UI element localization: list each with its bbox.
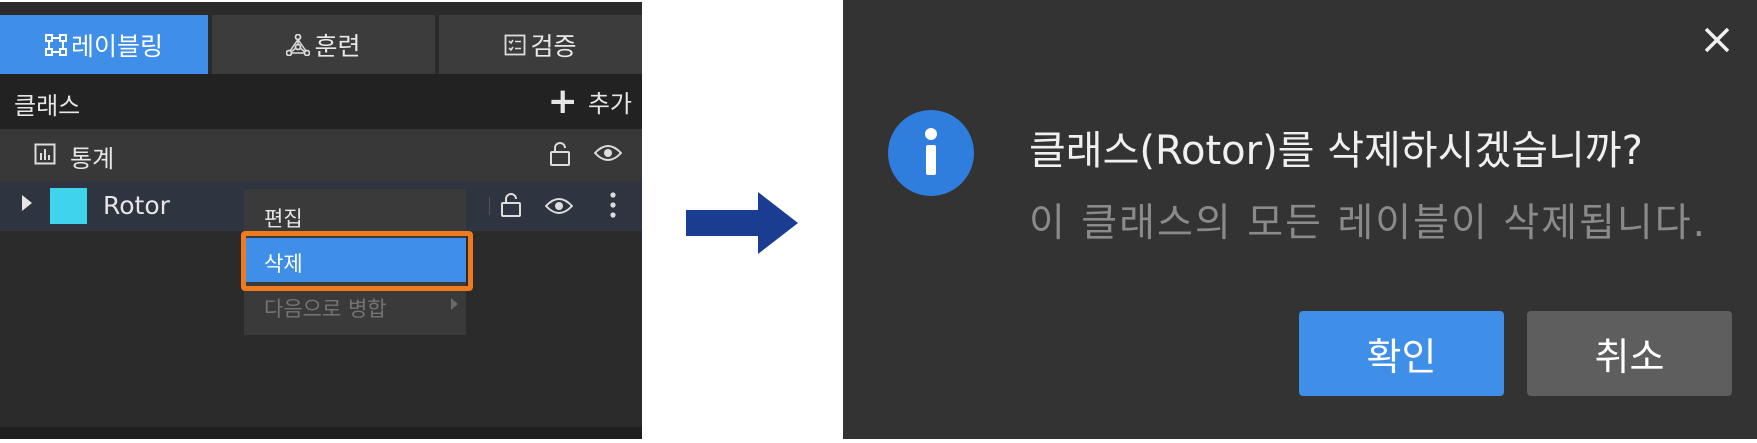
info-icon [888, 110, 974, 200]
more-vertical-icon[interactable] [609, 191, 617, 219]
delete-confirm-dialog: 클래스(Rotor)를 삭제하시겠습니까? 이 클래스의 모든 레이블이 삭제됩… [843, 0, 1757, 439]
plus-icon: + [547, 80, 578, 122]
unlock-icon[interactable] [500, 192, 522, 218]
tab-labeling-label: 레이블링 [70, 31, 163, 61]
divider [489, 197, 490, 215]
menu-item-delete-label: 삭제 [264, 252, 303, 276]
tab-training-label: 훈련 [314, 31, 361, 61]
close-icon[interactable] [1703, 26, 1731, 58]
tab-labeling[interactable]: 레이블링 [0, 15, 208, 74]
cancel-button[interactable]: 취소 [1527, 311, 1732, 396]
menu-item-merge[interactable]: 다음으로 병합 [244, 283, 466, 327]
class-name: Rotor [103, 191, 170, 220]
menu-item-merge-label: 다음으로 병합 [264, 297, 387, 321]
horizontal-scrollbar[interactable] [0, 427, 642, 439]
class-panel: 레이블링 훈련 검증 클래스 + 추가 통계 Rotor 편집 삭제 다음으로 … [0, 2, 642, 439]
unlock-icon[interactable] [549, 141, 571, 167]
right-arrow-icon [686, 192, 798, 258]
menu-item-edit-label: 편집 [264, 207, 303, 231]
network-icon [286, 33, 311, 56]
dialog-message: 이 클래스의 모든 레이블이 삭제됩니다. [1029, 201, 1708, 246]
expand-caret-icon[interactable] [22, 195, 32, 211]
bar-chart-icon [34, 143, 56, 171]
tab-bar: 레이블링 훈련 검증 [0, 15, 642, 74]
stats-label: 통계 [70, 145, 115, 173]
eye-icon[interactable] [545, 196, 573, 216]
context-menu: 편집 삭제 다음으로 병합 [244, 189, 466, 335]
confirm-button[interactable]: 확인 [1299, 311, 1504, 396]
dialog-question: 클래스(Rotor)를 삭제하시겠습니까? [1029, 128, 1643, 174]
menu-item-edit[interactable]: 편집 [244, 193, 466, 237]
add-class-button[interactable]: + 추가 [547, 80, 632, 122]
stats-row[interactable]: 통계 [0, 129, 642, 181]
add-class-label: 추가 [587, 90, 632, 118]
tab-validation-label: 검증 [530, 31, 577, 61]
class-header-title: 클래스 [14, 92, 81, 120]
tab-training[interactable]: 훈련 [212, 15, 435, 74]
menu-item-delete[interactable]: 삭제 [244, 238, 466, 282]
bounding-box-icon [44, 33, 67, 56]
class-header: 클래스 + 추가 [0, 74, 642, 129]
submenu-arrow-icon [451, 298, 458, 310]
tab-validation[interactable]: 검증 [439, 15, 642, 74]
eye-icon[interactable] [594, 143, 622, 163]
class-color-swatch[interactable] [50, 188, 87, 224]
list-check-icon [504, 34, 526, 56]
